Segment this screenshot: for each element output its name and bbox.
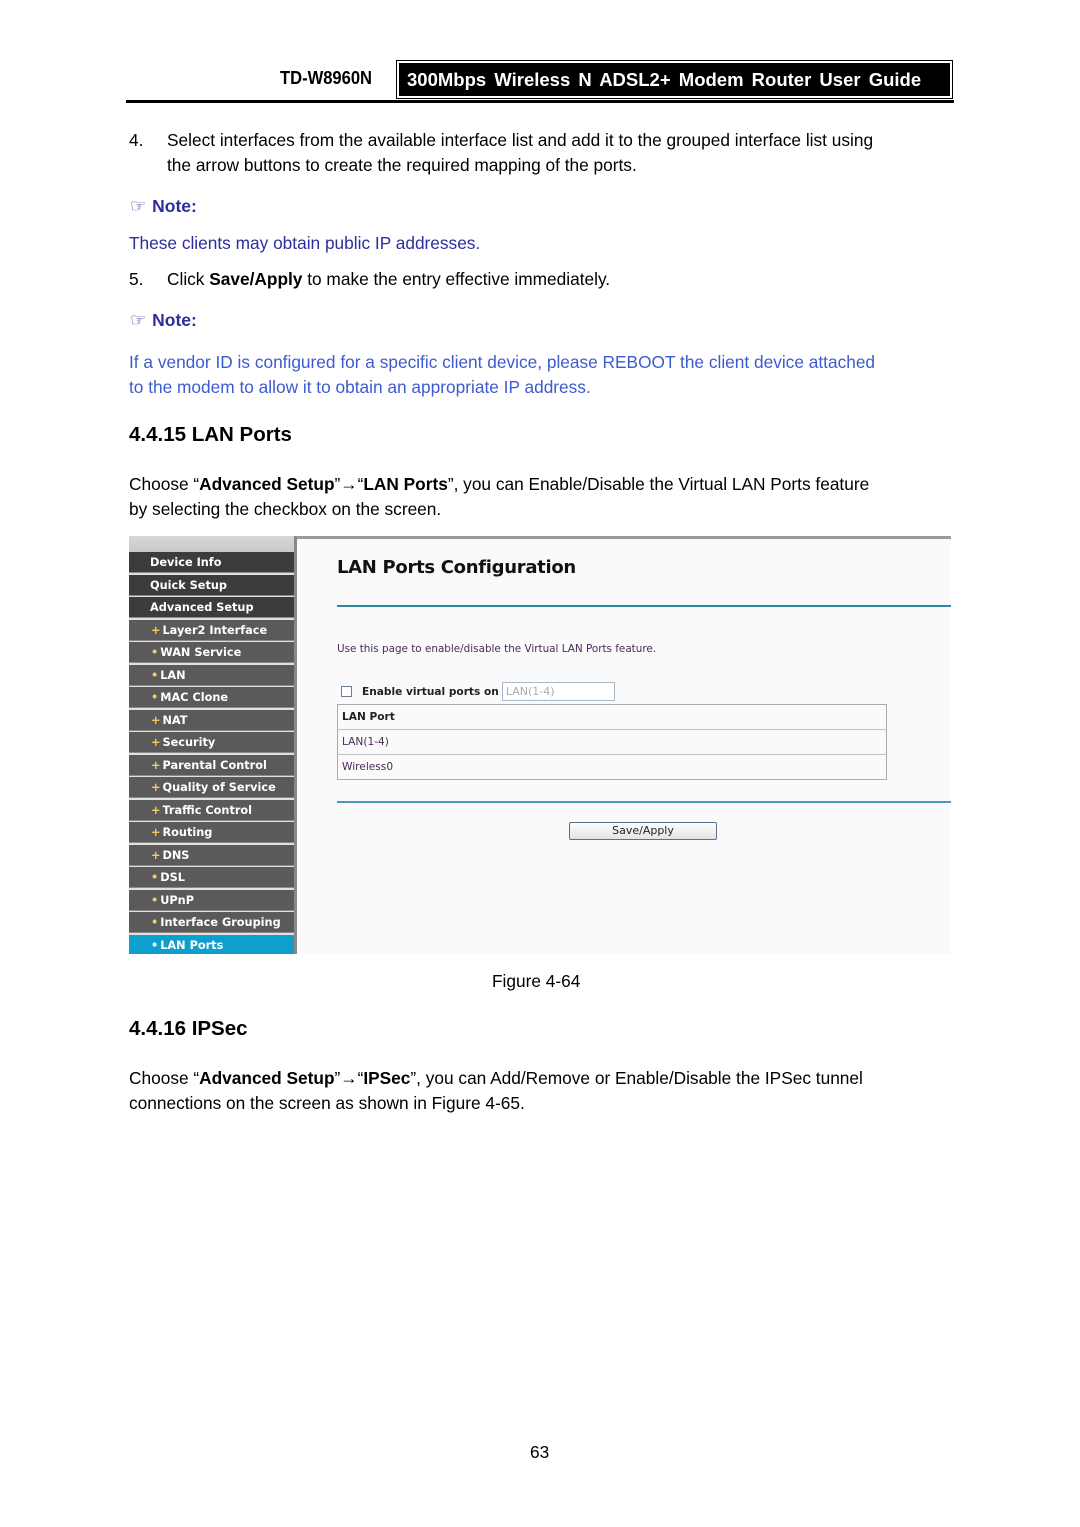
sidebar-item-mac-clone[interactable]: • MAC Clone [129, 687, 294, 708]
section-heading-lan-ports: 4.4.15 LAN Ports [129, 423, 292, 446]
sidebar-item-label: Quick Setup [150, 578, 227, 592]
table-row: Wireless0 [337, 754, 887, 780]
sidebar-item-label: Traffic Control [162, 803, 253, 817]
sidebar-item-routing[interactable]: + Routing [129, 822, 294, 843]
page-number: 63 [530, 1442, 550, 1462]
figure-caption: Figure 4-64 [492, 971, 581, 991]
expand-plus-icon: + [151, 758, 161, 772]
table-header-lan-port: LAN Port [337, 704, 887, 730]
lan-port-table: LAN Port LAN(1-4) Wireless0 [337, 704, 887, 780]
sidebar-item-label: Advanced Setup [150, 601, 254, 614]
figure-lan-ports-screenshot: Device Info Quick Setup Advanced Setup + Lay… [129, 536, 951, 954]
sidebar-item-label: DNS [162, 848, 190, 862]
section-heading-ipsec: 4.4.16 IPSec [129, 1017, 248, 1040]
panel-description: Use this page to enable/disable the Virt… [337, 643, 657, 655]
sidebar-item-label: Device Info [150, 556, 222, 569]
pointing-hand-icon: ☞ [130, 196, 147, 216]
enable-virtual-ports-checkbox[interactable] [341, 686, 352, 697]
bullet-icon: • [151, 893, 159, 907]
sidebar-item-lan-ports[interactable]: • LAN Ports [129, 934, 294, 954]
sidebar-item-dsl[interactable]: • DSL [129, 867, 294, 888]
bullet-icon: • [151, 938, 159, 952]
header-guide-title: 300Mbps Wireless N ADSL2+ Modem Router U… [396, 60, 953, 99]
expand-plus-icon: + [151, 713, 161, 727]
sidebar-item-label: Layer2 Interface [162, 623, 268, 637]
sidebar-item-lan[interactable]: • LAN [129, 664, 294, 686]
note-1-text: These clients may obtain public IP addre… [129, 233, 481, 253]
bullet-icon: • [151, 691, 159, 704]
title-rule [337, 605, 951, 607]
step-4-number: 4. [129, 130, 144, 150]
bottom-rule [337, 801, 951, 803]
sidebar-item-quick-setup[interactable]: Quick Setup [129, 574, 294, 596]
step-4-text: Select interfaces from the available int… [167, 128, 873, 178]
sidebar-item-label: UPnP [160, 893, 195, 907]
sidebar-item-label: WAN Service [160, 646, 242, 659]
sidebar-item-parental-control[interactable]: + Parental Control [129, 754, 294, 776]
note-1-label: ☞ Note: [130, 196, 197, 216]
table-row: LAN(1-4) [337, 729, 887, 755]
router-sidebar: Device Info Quick Setup Advanced Setup + Lay… [129, 536, 294, 954]
sidebar-item-security[interactable]: + Security [129, 732, 294, 753]
virtual-ports-input[interactable]: LAN(1-4) [501, 682, 615, 701]
step-5-text: Click Save/Apply to make the entry effec… [167, 269, 611, 289]
step-4-line1: Select interfaces from the available int… [167, 130, 874, 150]
sidebar-item-traffic-control[interactable]: + Traffic Control [129, 799, 294, 821]
sidebar-item-interface-grouping[interactable]: • Interface Grouping [129, 912, 294, 933]
note-2-label: ☞ Note: [130, 310, 197, 330]
sidebar-menu: Device Info Quick Setup Advanced Setup + Lay… [129, 552, 294, 954]
table-cell: LAN(1-4) [337, 729, 887, 755]
expand-plus-icon: + [151, 736, 161, 749]
step-4-line2: the arrow buttons to create the required… [167, 155, 637, 175]
sidebar-item-dns[interactable]: + DNS [129, 844, 294, 866]
pointing-hand-icon: ☞ [130, 310, 147, 330]
enable-virtual-ports-label: Enable virtual ports on [362, 685, 499, 698]
section-ipsec-paragraph: Choose “Advanced Setup”→“IPSec”, you can… [129, 1068, 863, 1113]
sidebar-item-label: Routing [162, 826, 213, 839]
expand-plus-icon: + [151, 826, 161, 839]
step-5-number: 5. [129, 269, 144, 289]
bullet-icon: • [151, 668, 159, 682]
sidebar-item-label: Security [162, 736, 216, 749]
sidebar-item-label: Quality of Service [162, 781, 276, 794]
sidebar-item-label: MAC Clone [160, 691, 229, 704]
sidebar-item-upnp[interactable]: • UPnP [129, 889, 294, 911]
sidebar-item-label: NAT [162, 713, 188, 727]
expand-plus-icon: + [151, 848, 161, 862]
bullet-icon: • [151, 871, 159, 884]
sidebar-item-layer2-interface[interactable]: + Layer2 Interface [129, 619, 294, 641]
expand-plus-icon: + [151, 781, 161, 794]
sidebar-item-label: Parental Control [162, 758, 267, 772]
bullet-icon: • [151, 646, 159, 659]
sidebar-item-label: Interface Grouping [160, 916, 281, 929]
table-cell: Wireless0 [337, 754, 887, 780]
note-2-text: If a vendor ID is configured for a speci… [129, 352, 876, 397]
table-header-row: LAN Port [337, 704, 887, 730]
header-model: TD-W8960N [280, 68, 373, 88]
config-panel: LAN Ports Configuration Use this page to… [297, 536, 951, 954]
save-apply-button[interactable]: Save/Apply [569, 822, 717, 840]
sidebar-item-quality-of-service[interactable]: + Quality of Service [129, 777, 294, 798]
sidebar-item-label: LAN [160, 668, 186, 682]
enable-virtual-ports-row: Enable virtual ports on LAN(1-4) [341, 682, 615, 701]
expand-plus-icon: + [151, 803, 161, 817]
sidebar-item-wan-service[interactable]: • WAN Service [129, 642, 294, 663]
sidebar-item-advanced-setup[interactable]: Advanced Setup [129, 597, 294, 618]
save-apply-emphasis: Save/Apply [209, 269, 303, 289]
sidebar-top-bar [129, 536, 294, 552]
bullet-icon: • [151, 916, 159, 929]
header-rule [126, 100, 954, 103]
sidebar-item-device-info[interactable]: Device Info [129, 552, 294, 573]
expand-plus-icon: + [151, 623, 161, 637]
section-lan-paragraph: Choose “Advanced Setup”→“LAN Ports”, you… [129, 474, 870, 519]
sidebar-item-label: DSL [160, 871, 185, 884]
sidebar-item-nat[interactable]: + NAT [129, 709, 294, 731]
sidebar-item-label: LAN Ports [160, 938, 224, 952]
panel-title: LAN Ports Configuration [337, 557, 576, 578]
